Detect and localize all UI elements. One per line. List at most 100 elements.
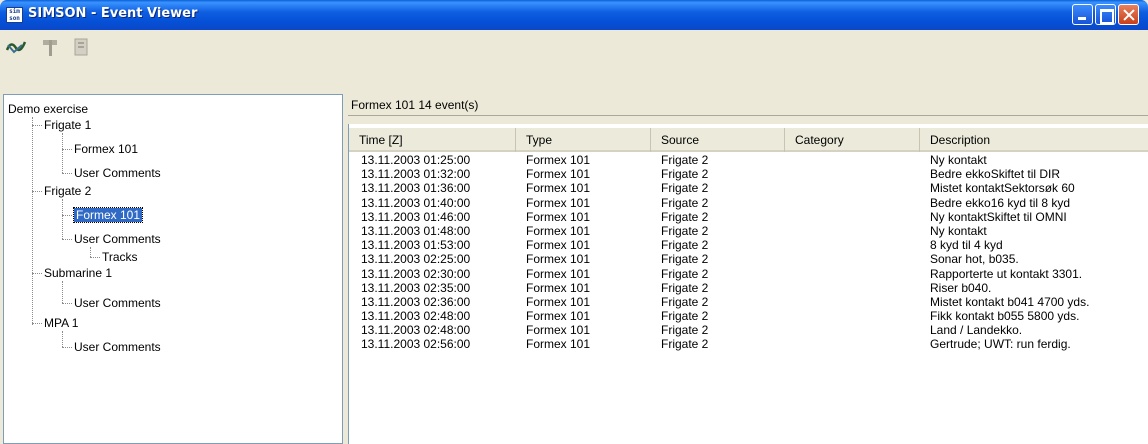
tree-item-formex-101-selected[interactable]: Formex 101 <box>72 207 144 223</box>
cell-time: 13.11.2003 02:30:00 <box>361 266 471 281</box>
cell-time: 13.11.2003 01:46:00 <box>361 209 471 224</box>
table-row[interactable]: 13.11.2003 02:35:00 Formex 101 Frigate 2 Ri… <box>349 281 1148 295</box>
tree-item-demo-exercise[interactable]: Demo exercise <box>8 101 88 117</box>
cell-source: Frigate 2 <box>661 337 709 352</box>
table-row[interactable]: 13.11.2003 02:25:00 Formex 101 Frigate 2 So… <box>349 252 1148 266</box>
cell-time: 13.11.2003 01:25:00 <box>361 153 471 167</box>
cell-time: 13.11.2003 01:53:00 <box>361 238 471 253</box>
table-row[interactable]: 13.11.2003 02:30:00 Formex 101 Frigate 2 Ra… <box>349 267 1148 281</box>
tree-item-frigate-2[interactable]: Frigate 2 <box>44 183 91 199</box>
cell-source: Frigate 2 <box>661 266 709 281</box>
cell-time: 13.11.2003 01:48:00 <box>361 223 471 238</box>
cell-time: 13.11.2003 02:25:00 <box>361 252 471 267</box>
cell-source: Frigate 2 <box>661 223 709 238</box>
cell-type: Formex 101 <box>526 238 591 253</box>
cell-source: Frigate 2 <box>661 252 709 267</box>
signpost-icon[interactable] <box>40 36 62 58</box>
tree-item-user-comments[interactable]: User Comments <box>74 231 161 247</box>
tree-item-submarine-1[interactable]: Submarine 1 <box>44 265 112 281</box>
minimize-button[interactable] <box>1072 4 1093 25</box>
wave-icon[interactable] <box>5 36 27 58</box>
table-row[interactable]: 13.11.2003 02:48:00 Formex 101 Frigate 2 La… <box>349 323 1148 337</box>
cell-description: Ny kontakt <box>930 153 987 167</box>
column-header-type[interactable]: Type <box>516 128 651 152</box>
cell-source: Frigate 2 <box>661 167 709 182</box>
table-row[interactable]: 13.11.2003 01:25:00 Formex 101 Frigate 2 Ny… <box>349 153 1148 167</box>
cell-description: Gertrude; UWT: run ferdig. <box>930 337 1071 352</box>
cell-source: Frigate 2 <box>661 209 709 224</box>
cell-type: Formex 101 <box>526 223 591 238</box>
cell-type: Formex 101 <box>526 266 591 281</box>
cell-description: Land / Landekko. <box>930 323 1023 338</box>
cell-type: Formex 101 <box>526 309 591 324</box>
close-button[interactable] <box>1118 4 1139 25</box>
cell-description: Mistet kontaktSektorsøk 60 <box>930 181 1075 196</box>
cell-description: Ny kontakt <box>930 223 987 238</box>
cell-type: Formex 101 <box>526 294 591 309</box>
cell-time: 13.11.2003 02:48:00 <box>361 309 471 324</box>
cell-source: Frigate 2 <box>661 294 709 309</box>
cell-source: Frigate 2 <box>661 181 709 196</box>
cell-description: Riser b040. <box>930 280 992 295</box>
cell-type: Formex 101 <box>526 252 591 267</box>
table-row[interactable]: 13.11.2003 01:40:00 Formex 101 Frigate 2 Be… <box>349 196 1148 210</box>
cell-source: Frigate 2 <box>661 309 709 324</box>
column-header-category[interactable]: Category <box>785 128 920 152</box>
column-header-source[interactable]: Source <box>651 128 785 152</box>
cell-type: Formex 101 <box>526 209 591 224</box>
simson-app-icon[interactable]: sim son <box>6 7 23 23</box>
table-row[interactable]: 13.11.2003 01:32:00 Formex 101 Frigate 2 Be… <box>349 167 1148 181</box>
cell-time: 13.11.2003 01:36:00 <box>361 181 471 196</box>
cell-type: Formex 101 <box>526 323 591 338</box>
exercise-tree[interactable]: Demo exercise Frigate 1 Formex 101 User … <box>3 94 343 444</box>
cell-description: Bedre ekko16 kyd til 8 kyd <box>930 195 1071 210</box>
table-row[interactable]: 13.11.2003 01:36:00 Formex 101 Frigate 2 Mi… <box>349 181 1148 195</box>
cell-source: Frigate 2 <box>661 280 709 295</box>
cell-time: 13.11.2003 02:48:00 <box>361 323 471 338</box>
tree-item-frigate-1[interactable]: Frigate 1 <box>44 117 91 133</box>
cell-type: Formex 101 <box>526 337 591 352</box>
column-header-description[interactable]: Description <box>920 128 1148 152</box>
cell-type: Formex 101 <box>526 195 591 210</box>
cell-time: 13.11.2003 02:36:00 <box>361 294 471 309</box>
tree-item-tracks[interactable]: Tracks <box>102 249 138 265</box>
document-icon[interactable] <box>70 36 92 58</box>
cell-source: Frigate 2 <box>661 323 709 338</box>
tree-item-user-comments[interactable]: User Comments <box>74 165 161 181</box>
maximize-button[interactable] <box>1095 4 1116 25</box>
cell-time: 13.11.2003 02:56:00 <box>361 337 471 352</box>
cell-type: Formex 101 <box>526 167 591 182</box>
table-row[interactable]: 13.11.2003 01:46:00 Formex 101 Frigate 2 Ny… <box>349 210 1148 224</box>
toolbar <box>0 30 1148 92</box>
cell-type: Formex 101 <box>526 181 591 196</box>
title-bar[interactable]: sim son SIMSON - Event Viewer <box>0 0 1148 30</box>
window-title: SIMSON - Event Viewer <box>28 6 198 21</box>
event-rows: 13.11.2003 01:25:00 Formex 101 Frigate 2 Ny… <box>349 153 1148 352</box>
table-row[interactable]: 13.11.2003 02:56:00 Formex 101 Frigate 2 Ge… <box>349 337 1148 351</box>
event-list[interactable]: Time [Z] Type Source Category Descriptio… <box>348 124 1148 444</box>
tree-item-mpa-1[interactable]: MPA 1 <box>44 315 78 331</box>
cell-description: Fikk kontakt b055 5800 yds. <box>930 309 1080 324</box>
table-row[interactable]: 13.11.2003 02:48:00 Formex 101 Frigate 2 Fi… <box>349 309 1148 323</box>
tree-item-user-comments[interactable]: User Comments <box>74 295 161 311</box>
cell-description: Sonar hot, b035. <box>930 252 1019 267</box>
table-row[interactable]: 13.11.2003 01:48:00 Formex 101 Frigate 2 Ny… <box>349 224 1148 238</box>
table-row[interactable]: 13.11.2003 01:53:00 Formex 101 Frigate 2 8 … <box>349 238 1148 252</box>
cell-time: 13.11.2003 02:35:00 <box>361 280 471 295</box>
cell-source: Frigate 2 <box>661 153 709 167</box>
tree-item-user-comments[interactable]: User Comments <box>74 339 161 355</box>
column-header-time[interactable]: Time [Z] <box>349 128 516 152</box>
cell-description: Ny kontaktSkiftet til OMNI <box>930 209 1067 224</box>
cell-source: Frigate 2 <box>661 195 709 210</box>
table-row[interactable]: 13.11.2003 02:36:00 Formex 101 Frigate 2 Mi… <box>349 295 1148 309</box>
cell-description: Bedre ekkoSkiftet til DIR <box>930 167 1061 182</box>
cell-description: 8 kyd til 4 kyd <box>930 238 1003 253</box>
cell-type: Formex 101 <box>526 153 591 167</box>
cell-description: Rapporterte ut kontakt 3301. <box>930 266 1083 281</box>
tree-item-formex-101[interactable]: Formex 101 <box>74 141 138 157</box>
cell-time: 13.11.2003 01:32:00 <box>361 167 471 182</box>
cell-source: Frigate 2 <box>661 238 709 253</box>
events-header: Formex 101 14 event(s) <box>348 94 1148 116</box>
column-header-row: Time [Z] Type Source Category Descriptio… <box>349 128 1148 152</box>
cell-description: Mistet kontakt b041 4700 yds. <box>930 294 1090 309</box>
